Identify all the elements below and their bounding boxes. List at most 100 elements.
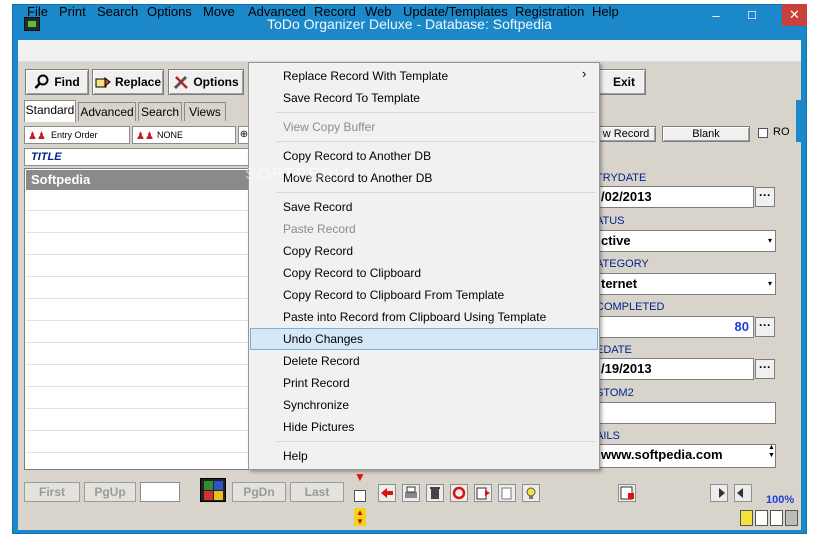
menu-item-replace-with-template[interactable]: Replace Record With Template	[283, 69, 448, 83]
options-button[interactable]: Options	[168, 69, 244, 95]
menu-web[interactable]: Web	[365, 4, 392, 19]
first-button[interactable]: First	[24, 482, 80, 502]
menu-search[interactable]: Search	[97, 4, 138, 19]
menu-item-view-copy-buffer[interactable]: View Copy Buffer	[283, 120, 375, 134]
printer-icon[interactable]	[402, 484, 420, 502]
lightbulb-icon[interactable]	[522, 484, 540, 502]
entrydate-field[interactable]: /02/2013	[596, 186, 754, 208]
completed-picker-button[interactable]: ···	[755, 317, 775, 337]
replace-hand-icon	[95, 74, 111, 90]
category-field[interactable]: ternet	[596, 273, 776, 295]
field-label-status: ATUS	[596, 215, 625, 227]
blank-button[interactable]: Blank	[662, 126, 750, 142]
menu-item-copy-to-db[interactable]: Copy Record to Another DB	[283, 149, 431, 163]
exit-button[interactable]: Exit	[596, 69, 646, 95]
maximize-button[interactable]: ☐	[742, 6, 762, 26]
category-dropdown-arrow-icon[interactable]: ▾	[766, 274, 774, 294]
lock-icon	[785, 510, 798, 526]
prev-hand-icon[interactable]	[710, 484, 728, 502]
tab-search[interactable]: Search	[138, 102, 182, 121]
trash-icon[interactable]	[426, 484, 444, 502]
menu-item-copy-record[interactable]: Copy Record	[283, 244, 353, 258]
menu-advanced[interactable]: Advanced	[248, 4, 306, 19]
list-gridline	[26, 364, 248, 365]
options-label: Options	[193, 75, 239, 89]
menu-file[interactable]: File	[27, 4, 48, 19]
completed-field[interactable]: 80	[596, 316, 754, 338]
abc-icon[interactable]	[200, 478, 226, 502]
close-button[interactable]: ✕	[782, 4, 807, 26]
field-label-entrydate: TRYDATE	[596, 172, 647, 184]
exit-label: Exit	[613, 75, 636, 89]
menu-item-undo-changes[interactable]: Undo Changes	[283, 332, 363, 346]
menu-move[interactable]: Move	[203, 4, 235, 19]
replace-button[interactable]: Replace	[92, 69, 164, 95]
field-label-completed: COMPLETED	[596, 301, 665, 313]
page-input[interactable]	[140, 482, 180, 502]
entrydate-picker-button[interactable]: ···	[755, 187, 775, 207]
ro-checkbox[interactable]	[758, 128, 768, 138]
status-dropdown-arrow-icon[interactable]: ▾	[766, 231, 774, 251]
menu-item-copy-to-clipboard[interactable]: Copy Record to Clipboard	[283, 266, 421, 280]
menu-item-paste-clipboard-template[interactable]: Paste into Record from Clipboard Using T…	[283, 310, 546, 324]
find-label: Find	[54, 75, 80, 89]
find-button[interactable]: Find	[25, 69, 89, 95]
menu-item-paste-record[interactable]: Paste Record	[283, 222, 356, 236]
menu-item-delete-record[interactable]: Delete Record	[283, 354, 360, 368]
duedate-picker-button[interactable]: ···	[755, 359, 775, 379]
tab-views[interactable]: Views	[184, 102, 226, 121]
tab-advanced[interactable]: Advanced	[78, 102, 136, 121]
menu-print[interactable]: Print	[59, 4, 86, 19]
title-column-header[interactable]: TITLE	[24, 148, 250, 166]
menu-options[interactable]: Options	[147, 4, 192, 19]
move-updown-icon[interactable]: ▲ ▼	[354, 508, 366, 526]
right-frame-strip	[796, 100, 801, 142]
menu-record[interactable]: Record	[314, 4, 356, 19]
back-arrow-icon[interactable]	[378, 484, 396, 502]
list-gridline	[26, 298, 248, 299]
copy-record-icon[interactable]	[474, 484, 492, 502]
sort-secondary[interactable]: ♟♟ NONE	[132, 126, 236, 144]
menu-item-help[interactable]: Help	[283, 449, 308, 463]
menu-item-synchronize[interactable]: Synchronize	[283, 398, 349, 412]
move-checkbox[interactable]	[354, 490, 366, 502]
people-icon: ♟♟	[136, 131, 154, 142]
menu-separator	[276, 141, 596, 142]
menu-item-hide-pictures[interactable]: Hide Pictures	[283, 420, 354, 434]
field-label-category: ATEGORY	[596, 258, 649, 270]
list-gridline	[26, 276, 248, 277]
undo-icon[interactable]	[450, 484, 468, 502]
tab-standard[interactable]: Standard	[24, 100, 76, 122]
menu-help[interactable]: Help	[592, 4, 619, 19]
menu-item-save-to-template[interactable]: Save Record To Template	[283, 91, 420, 105]
sort-primary[interactable]: ♟♟ Entry Order	[24, 126, 130, 144]
menu-item-copy-clipboard-template[interactable]: Copy Record to Clipboard From Template	[283, 288, 504, 302]
table-row[interactable]: Softpedia	[26, 170, 248, 190]
menu-update-templates[interactable]: Update/Templates	[403, 4, 508, 19]
pgup-button[interactable]: PgUp	[84, 482, 136, 502]
new-record-button[interactable]: w Record	[596, 126, 656, 142]
custom2-field[interactable]	[596, 402, 776, 424]
move-down-arrow-icon[interactable]: ▼	[354, 470, 366, 484]
duedate-field[interactable]: /19/2013	[596, 358, 754, 380]
menu-registration[interactable]: Registration	[515, 4, 584, 19]
tools-icon	[173, 74, 189, 90]
menu-item-save-record[interactable]: Save Record	[283, 200, 352, 214]
sort-secondary-label: NONE	[157, 130, 184, 140]
next-hand-icon[interactable]	[734, 484, 752, 502]
details-scroll-icon[interactable]: ▲ ▼	[767, 444, 776, 468]
details-field[interactable]: www.softpedia.com	[596, 444, 776, 468]
menu-separator	[276, 112, 596, 113]
status-field[interactable]: ctive	[596, 230, 776, 252]
list-gridline	[26, 320, 248, 321]
last-button[interactable]: Last	[290, 482, 344, 502]
menu-item-print-record[interactable]: Print Record	[283, 376, 350, 390]
record-list[interactable]	[24, 168, 250, 470]
pgdn-button[interactable]: PgDn	[232, 482, 286, 502]
paste-record-icon[interactable]	[498, 484, 516, 502]
sort-primary-label: Entry Order	[51, 130, 98, 140]
record-template-icon[interactable]	[618, 484, 636, 502]
minimize-button[interactable]: –	[706, 6, 726, 26]
people-icon: ♟♟	[28, 131, 46, 142]
menu-separator	[276, 441, 596, 442]
